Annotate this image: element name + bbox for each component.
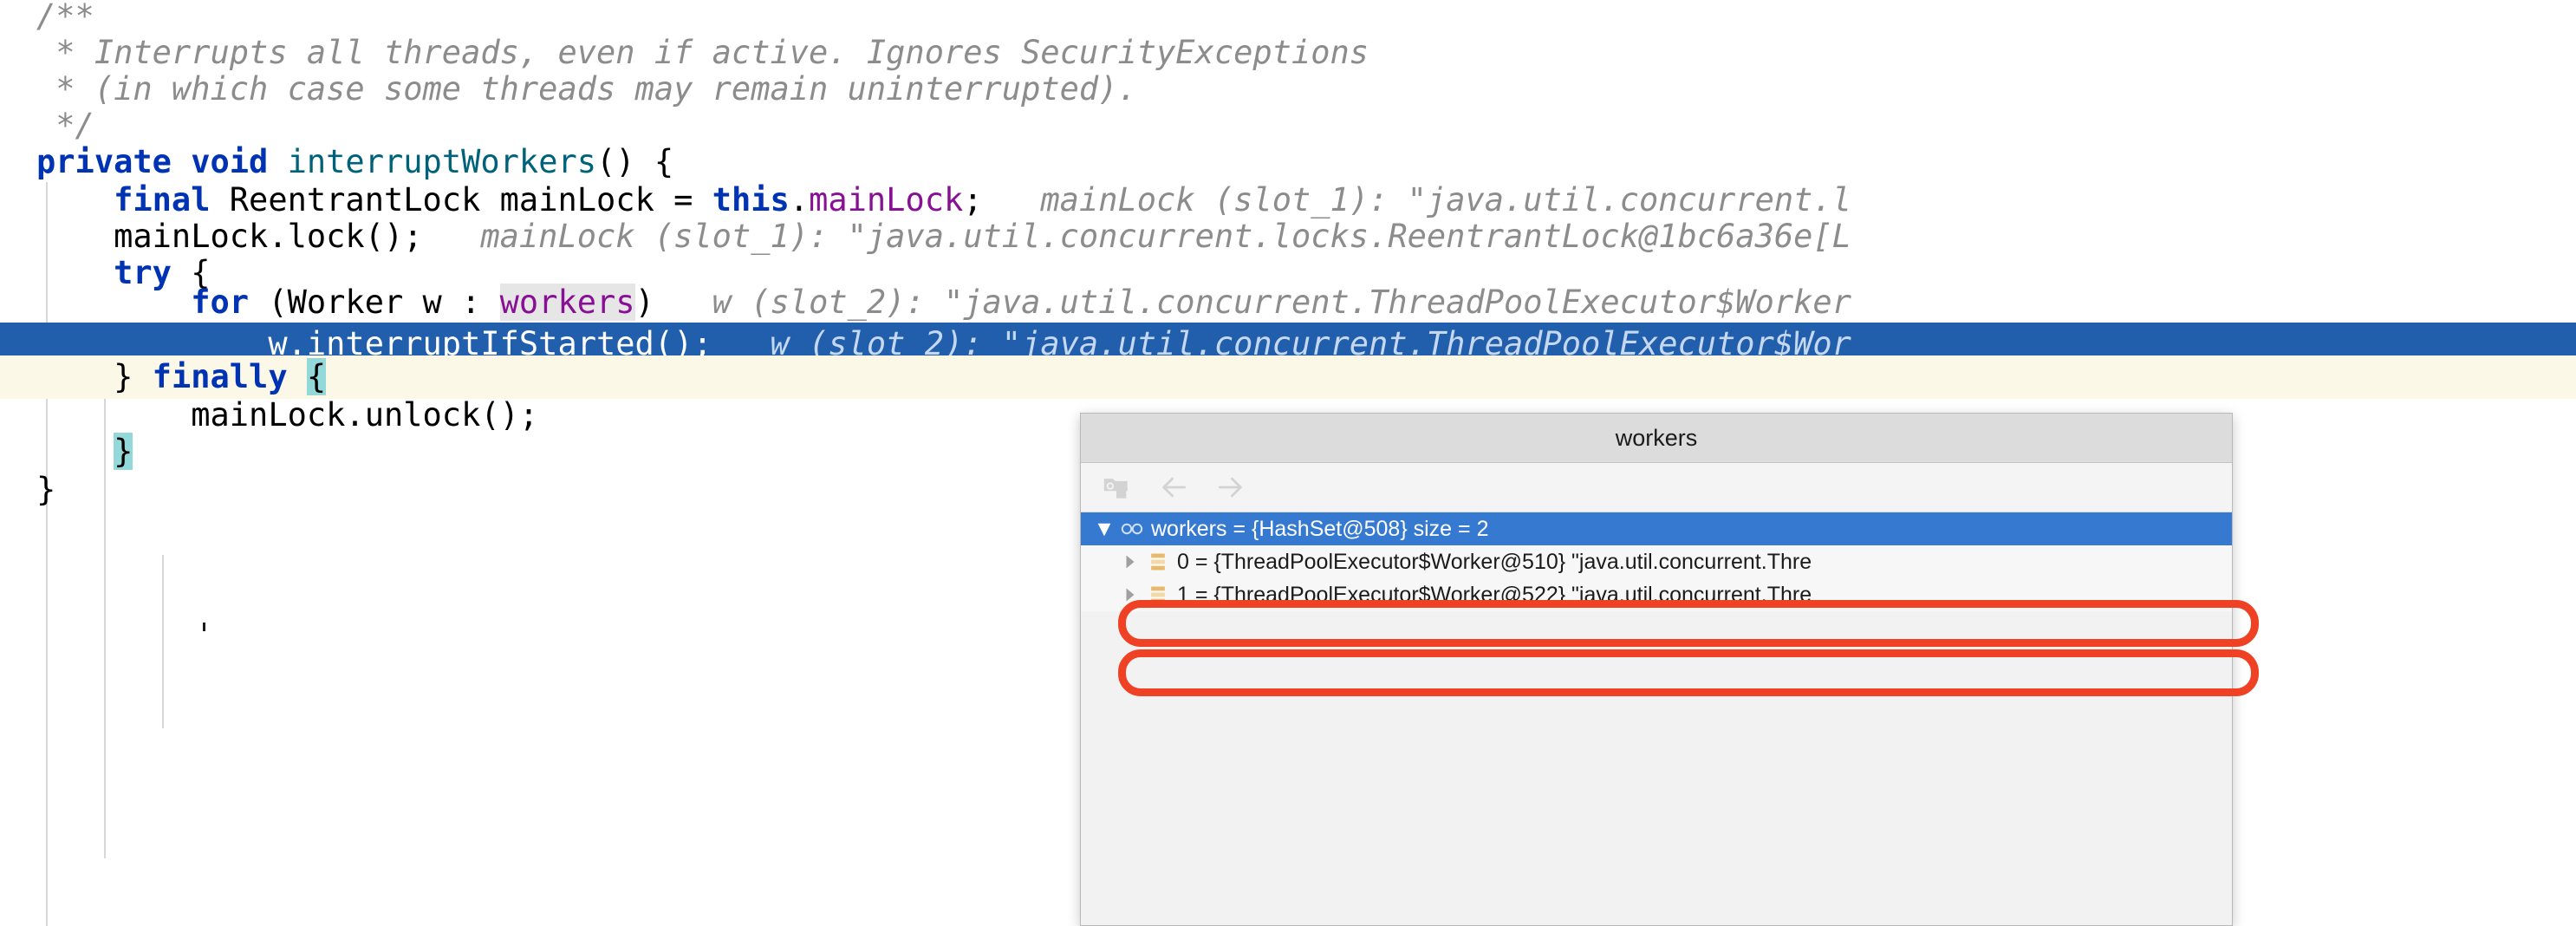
code-token: ) [634, 284, 654, 321]
popup-title: workers [1081, 414, 2232, 463]
chevron-right-icon[interactable] [1119, 551, 1142, 573]
code-line: } finally { [36, 355, 2576, 399]
code-token: * Interrupts all threads, even if active… [55, 34, 1369, 71]
chevron-down-icon[interactable]: ▼ [1093, 517, 1116, 541]
arrow-left-icon[interactable] [1157, 471, 1190, 504]
code-token: interruptWorkers [287, 143, 597, 180]
code-token: mainLock.lock(); [114, 218, 423, 255]
code-token: */ [55, 107, 94, 144]
variables-tree[interactable]: ▼ workers = {HashSet@508} size = 2 0 = {… [1081, 512, 2232, 925]
tree-row-label: 0 = {ThreadPoolExecutor$Worker@510} "jav… [1177, 549, 1812, 574]
code-token: mainLock (slot_1): "java.util.concurrent… [982, 181, 1851, 218]
code-token: final [114, 181, 211, 218]
code-token: /** [36, 0, 94, 35]
code-line: for (Worker w : workers) w (slot_2): "ja… [36, 281, 2576, 324]
chevron-right-icon[interactable] [1119, 584, 1142, 606]
code-line: private void interruptWorkers() { [36, 140, 2576, 184]
code-token: () { [596, 143, 674, 180]
array-element-icon [1147, 584, 1169, 606]
tree-row-workers[interactable]: ▼ workers = {HashSet@508} size = 2 [1081, 512, 2232, 545]
indent-guide [162, 555, 164, 728]
code-token: { [306, 358, 327, 395]
array-element-icon [1147, 551, 1169, 573]
arrow-right-icon[interactable] [1214, 471, 1247, 504]
inspect-object-icon[interactable] [1100, 471, 1133, 504]
variable-inspect-popup[interactable]: workers ▼ workers = {HashSet@508} size =… [1080, 413, 2233, 926]
code-token: } [36, 471, 56, 508]
code-token: for [191, 284, 250, 321]
tree-row-worker-1[interactable]: 1 = {ThreadPoolExecutor$Worker@522} "jav… [1081, 578, 2232, 611]
code-token: private [36, 143, 172, 180]
code-token: mainLock.unlock(); [191, 396, 539, 434]
tree-row-label: workers = {HashSet@508} size = 2 [1151, 516, 1489, 541]
tree-row-label: 1 = {ThreadPoolExecutor$Worker@522} "jav… [1177, 582, 1812, 607]
code-token: workers [499, 284, 635, 321]
code-token: } [114, 433, 133, 470]
code-token: w (slot_2): "java.util.concurrent.Thread… [654, 284, 1851, 321]
code-token: * (in which case some threads may remain… [55, 70, 1137, 108]
text-caret [203, 623, 205, 631]
watch-glasses-icon [1121, 518, 1143, 540]
tree-row-worker-0[interactable]: 0 = {ThreadPoolExecutor$Worker@510} "jav… [1081, 545, 2232, 578]
code-token: } [114, 358, 133, 395]
popup-toolbar[interactable] [1081, 463, 2232, 512]
code-token: ReentrantLock mainLock = [210, 181, 712, 218]
code-token: . [789, 181, 810, 218]
code-token: mainLock [809, 181, 964, 218]
code-token: finally [152, 358, 288, 395]
code-token: (Worker w : [249, 284, 500, 321]
code-token: mainLock (slot_1): "java.util.concurrent… [422, 218, 1851, 255]
code-token: ; [963, 181, 983, 218]
code-token: void [191, 143, 269, 180]
code-token: this [712, 181, 790, 218]
